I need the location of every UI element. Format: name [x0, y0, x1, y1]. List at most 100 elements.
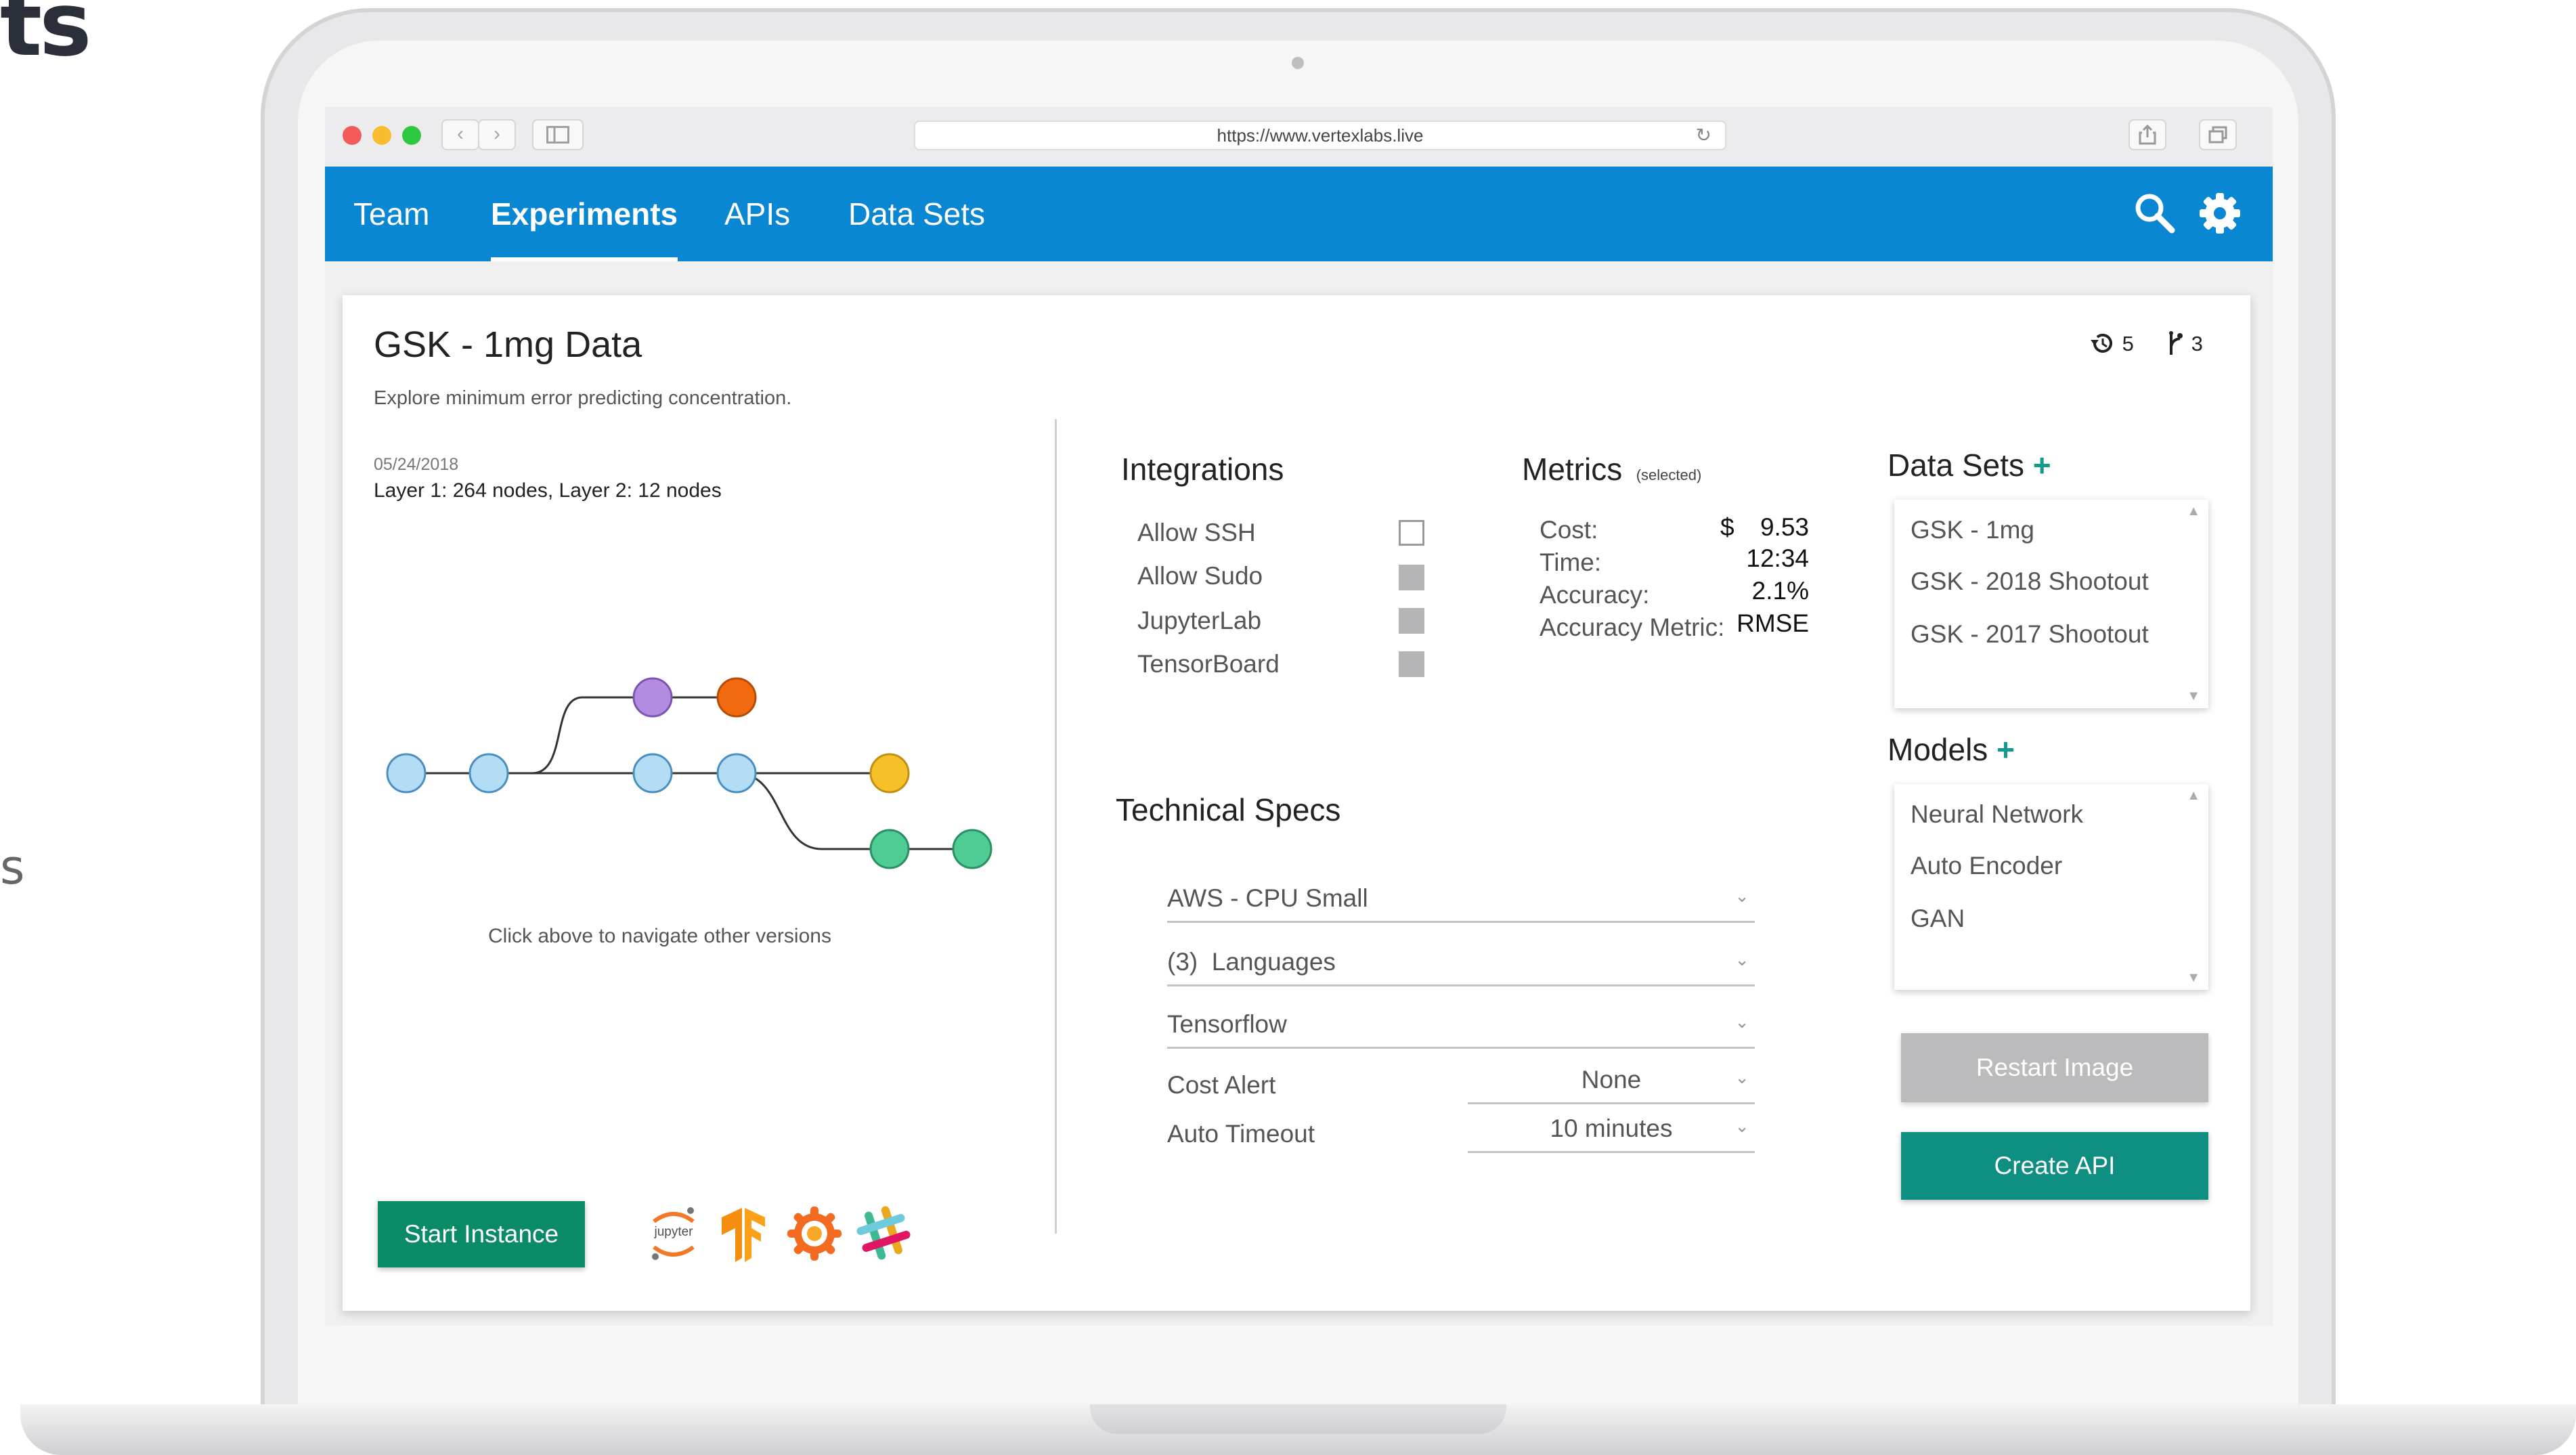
version-node[interactable]	[716, 753, 757, 794]
data-set-item[interactable]: GSK - 1mg	[1911, 516, 2034, 544]
cost-alert-select[interactable]: None ⌄	[1468, 1062, 1755, 1104]
version-node[interactable]	[632, 753, 673, 794]
metric-value-cost: 9.53	[1760, 513, 1809, 541]
allow-ssh-checkbox[interactable]	[1399, 520, 1424, 546]
create-api-button[interactable]: Create API	[1901, 1132, 2208, 1200]
jupyterlab-checkbox[interactable]	[1399, 608, 1424, 634]
back-button[interactable]: ‹	[441, 119, 479, 150]
model-item[interactable]: Neural Network	[1911, 800, 2083, 829]
slack-icon[interactable]	[854, 1204, 913, 1262]
sidebar-icon	[546, 126, 569, 144]
browser-toolbar: ‹ › https://www.vertexlabs.live ↻	[325, 107, 2273, 167]
scroll-up-icon[interactable]: ▲	[2187, 504, 2200, 519]
version-graph	[386, 677, 992, 869]
reload-icon[interactable]: ↻	[1696, 122, 1711, 149]
instance-type-select[interactable]: AWS - CPU Small ⌄	[1167, 880, 1755, 923]
app-navigation-bar: Team Experiments APIs Data Sets	[325, 167, 2273, 261]
background-text-fragment: ts	[0, 0, 92, 76]
history-count: 5	[2122, 332, 2134, 355]
allow-sudo-checkbox[interactable]	[1399, 565, 1424, 590]
minimize-window-button[interactable]	[372, 126, 391, 145]
languages-label: Languages	[1211, 948, 1336, 976]
tab-team[interactable]: Team	[353, 167, 429, 261]
branch-counter[interactable]: 3	[2165, 330, 2203, 356]
close-window-button[interactable]	[343, 126, 362, 145]
address-bar[interactable]: https://www.vertexlabs.live ↻	[914, 121, 1726, 150]
tab-apis[interactable]: APIs	[724, 167, 790, 261]
laptop-camera	[1292, 57, 1304, 69]
add-model-button[interactable]: +	[1996, 732, 2015, 767]
maximize-window-button[interactable]	[402, 126, 421, 145]
integration-label: JupyterLab	[1137, 607, 1262, 634]
model-item[interactable]: GAN	[1911, 905, 1965, 933]
framework-select[interactable]: Tensorflow ⌄	[1167, 1006, 1755, 1049]
jupyter-icon[interactable]: jupyter	[646, 1204, 701, 1262]
cost-alert-value: None	[1581, 1066, 1642, 1093]
version-node[interactable]	[468, 753, 509, 794]
url-text: https://www.vertexlabs.live	[1217, 125, 1424, 146]
tab-label: APIs	[724, 196, 791, 232]
chevron-down-icon: ⌄	[1734, 1116, 1749, 1136]
tabs-overview-button[interactable]	[2199, 119, 2237, 150]
tab-label: Experiments	[491, 196, 678, 232]
version-node[interactable]	[869, 829, 910, 869]
tensorflow-icon[interactable]	[716, 1208, 770, 1262]
chevron-down-icon: ⌄	[1734, 886, 1749, 906]
version-node[interactable]	[869, 753, 910, 794]
tab-label: Team	[353, 196, 430, 232]
data-sets-heading: Data Sets +	[1887, 447, 2051, 483]
version-node-selected[interactable]	[716, 677, 757, 718]
share-button[interactable]	[2129, 119, 2166, 150]
data-set-item[interactable]: GSK - 2018 Shootout	[1911, 567, 2149, 596]
tab-data-sets[interactable]: Data Sets	[848, 167, 985, 261]
graph-hint: Click above to navigate other versions	[488, 925, 831, 947]
metrics-selected-note: (selected)	[1636, 466, 1702, 483]
version-node[interactable]	[632, 677, 673, 718]
metric-value-accuracy-metric: RMSE	[1737, 609, 1809, 637]
model-item[interactable]: Auto Encoder	[1911, 852, 2062, 880]
metric-value-accuracy: 2.1%	[1751, 577, 1809, 605]
sidebar-toggle-button[interactable]	[532, 119, 584, 150]
models-list[interactable]: Neural Network Auto Encoder GAN ▲ ▼	[1894, 784, 2208, 990]
metrics-heading: Metrics	[1522, 452, 1623, 487]
tabs-icon	[2208, 126, 2227, 144]
integration-label: Allow SSH	[1137, 519, 1256, 546]
tab-label: Data Sets	[848, 196, 985, 232]
history-counter[interactable]: 5	[2089, 330, 2134, 356]
metric-label: Cost:	[1540, 516, 1598, 544]
grafana-icon[interactable]	[787, 1205, 842, 1262]
auto-timeout-select[interactable]: 10 minutes ⌄	[1468, 1110, 1755, 1153]
page-background: GSK - 1mg Data Explore minimum error pre…	[325, 261, 2273, 1326]
metrics-header: Metrics (selected)	[1522, 451, 1701, 487]
scroll-down-icon[interactable]: ▼	[2187, 689, 2200, 704]
background-text-fragment-2: s	[0, 840, 25, 895]
chevron-down-icon: ⌄	[1734, 1067, 1749, 1087]
jupyter-wordmark: jupyter	[654, 1225, 693, 1239]
data-sets-title: Data Sets	[1887, 448, 2024, 483]
version-node[interactable]	[386, 753, 427, 794]
restart-image-button[interactable]: Restart Image	[1901, 1033, 2208, 1102]
gear-icon[interactable]	[2198, 191, 2242, 236]
data-set-item[interactable]: GSK - 2017 Shootout	[1911, 620, 2149, 649]
data-sets-list[interactable]: GSK - 1mg GSK - 2018 Shootout GSK - 2017…	[1894, 500, 2208, 708]
chevron-right-icon: ›	[494, 123, 500, 145]
start-instance-button[interactable]: Start Instance	[378, 1201, 585, 1267]
tensorboard-checkbox[interactable]	[1399, 651, 1424, 677]
history-icon	[2091, 333, 2112, 353]
models-heading: Models +	[1887, 731, 2015, 768]
auto-timeout-label: Auto Timeout	[1167, 1120, 1315, 1148]
scroll-down-icon[interactable]: ▼	[2187, 970, 2200, 986]
search-icon[interactable]	[2133, 191, 2176, 234]
tab-experiments[interactable]: Experiments	[491, 167, 678, 261]
add-data-set-button[interactable]: +	[2033, 448, 2051, 483]
column-divider	[1055, 419, 1057, 1234]
integration-label: TensorBoard	[1137, 650, 1280, 678]
scroll-up-icon[interactable]: ▲	[2187, 788, 2200, 804]
chevron-down-icon: ⌄	[1734, 949, 1749, 970]
metric-value-time: 12:34	[1746, 544, 1809, 572]
forward-button[interactable]: ›	[478, 119, 516, 150]
languages-select[interactable]: (3) Languages ⌄	[1167, 944, 1755, 986]
branch-count: 3	[2191, 332, 2203, 355]
languages-value: (3) Languages	[1167, 948, 1336, 976]
version-node[interactable]	[952, 829, 992, 869]
